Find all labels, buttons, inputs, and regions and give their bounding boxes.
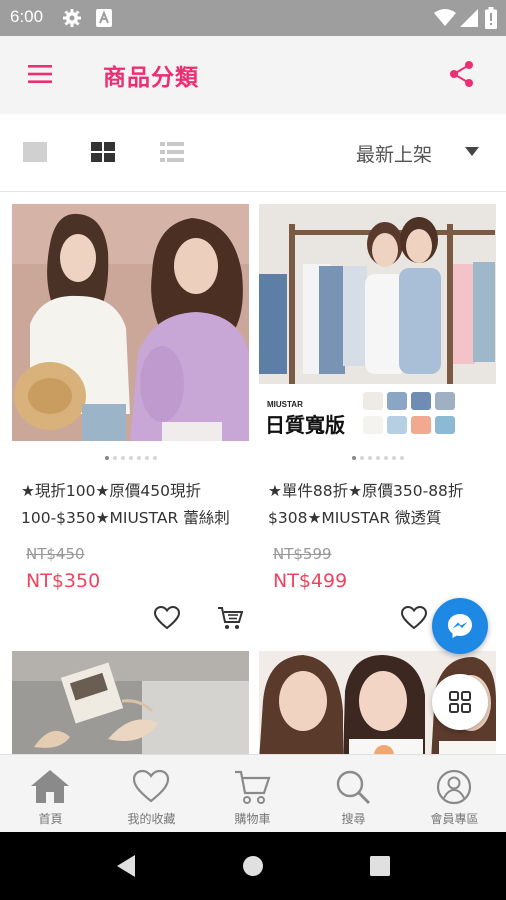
single-view-icon[interactable] <box>23 142 47 162</box>
nav-label: 會員專區 <box>430 812 479 826</box>
search-icon <box>336 770 371 805</box>
signal-icon <box>460 9 478 27</box>
page-title: 商品分類 <box>103 65 199 91</box>
user-icon <box>436 769 472 805</box>
nav-label: 購物車 <box>234 812 271 826</box>
product-name[interactable]: ★單件88折★原價350-88折$308★MIUSTAR 微透質 <box>268 478 493 532</box>
sale-price: NT$499 <box>273 570 348 592</box>
nav-member[interactable]: 會員專區 <box>404 755 505 833</box>
product-name[interactable]: ★現折100★原價450現折100-$350★MIUSTAR 蕾絲刺 <box>21 478 246 532</box>
nav-label: 我的收藏 <box>127 812 176 826</box>
heart-icon[interactable] <box>401 606 427 630</box>
banner-text: 日質寬版 <box>265 413 345 437</box>
wifi-icon <box>434 9 456 26</box>
sale-price: NT$350 <box>26 570 101 592</box>
category-button[interactable] <box>432 674 488 730</box>
status-time: 6:00 <box>10 7 44 26</box>
home-circle-icon[interactable] <box>242 855 264 877</box>
share-icon[interactable] <box>449 60 475 88</box>
nav-home[interactable]: 首頁 <box>0 755 101 833</box>
bottom-navigation: 首頁 我的收藏 購物車 搜尋 會員專區 <box>0 754 506 832</box>
dropdown-arrow-icon[interactable] <box>465 147 479 157</box>
sort-dropdown[interactable]: 最新上架 <box>356 140 432 167</box>
system-nav-bar <box>0 832 506 900</box>
nav-favorites[interactable]: 我的收藏 <box>101 755 202 833</box>
nav-cart[interactable]: 購物車 <box>202 755 303 833</box>
messenger-button[interactable] <box>432 598 488 654</box>
home-icon <box>31 770 69 803</box>
product-image[interactable] <box>12 651 249 754</box>
list-view-icon[interactable] <box>160 142 184 162</box>
nav-label: 首頁 <box>38 812 63 826</box>
category-grid-icon <box>449 691 471 713</box>
gear-icon <box>63 9 81 27</box>
product-card[interactable]: ★現折100★原價450現折100-$350★MIUSTAR 蕾絲刺 NT$45… <box>12 204 249 654</box>
nav-search[interactable]: 搜尋 <box>303 755 404 833</box>
image-pager <box>259 456 496 460</box>
battery-icon <box>485 7 497 29</box>
product-card[interactable]: MIUSTAR 日質寬版 ★單件88折★原價350-88折$308★MIUSTA… <box>259 204 496 654</box>
product-image[interactable] <box>12 204 249 441</box>
status-bar: 6:00 <box>0 0 506 36</box>
back-icon[interactable] <box>116 854 136 878</box>
product-card[interactable] <box>12 651 249 754</box>
cart-icon <box>235 770 271 804</box>
heart-icon <box>132 769 170 803</box>
view-toolbar: 最新上架 <box>0 114 506 192</box>
original-price: NT$450 <box>26 545 85 563</box>
original-price: NT$599 <box>273 545 332 563</box>
nav-label: 搜尋 <box>341 812 366 826</box>
heart-icon[interactable] <box>154 606 180 630</box>
a-icon <box>96 9 112 27</box>
image-pager <box>12 456 249 460</box>
recents-icon[interactable] <box>370 856 390 876</box>
menu-icon[interactable] <box>28 64 52 84</box>
grid-view-icon[interactable] <box>91 142 115 162</box>
messenger-icon <box>448 614 472 638</box>
app-bar: 商品分類 <box>0 36 506 114</box>
product-image[interactable]: MIUSTAR 日質寬版 <box>259 204 496 441</box>
product-grid: ★現折100★原價450現折100-$350★MIUSTAR 蕾絲刺 NT$45… <box>0 192 506 754</box>
banner-brand: MIUSTAR <box>267 400 303 409</box>
cart-icon[interactable] <box>217 606 243 630</box>
